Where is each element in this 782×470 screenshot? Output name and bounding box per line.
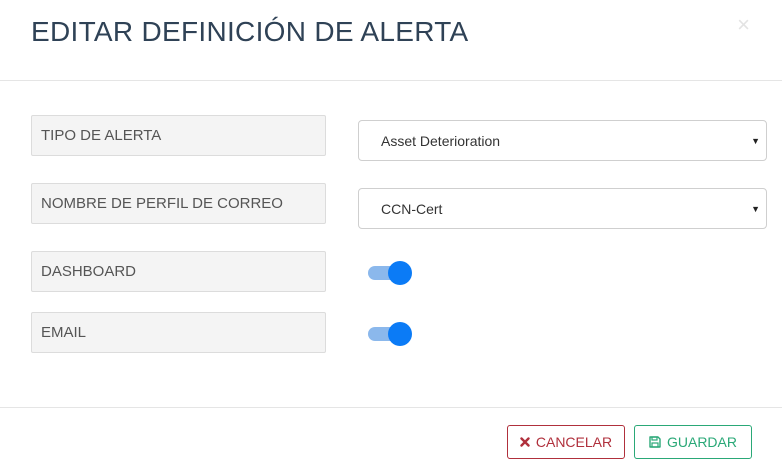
save-button-label: GUARDAR — [666, 434, 737, 450]
alert-type-select[interactable]: Asset Deterioration ▼ — [358, 120, 767, 161]
caret-down-icon: ▼ — [751, 135, 760, 146]
edit-alert-modal: EDITAR DEFINICIÓN DE ALERTA × TIPO DE AL… — [0, 0, 782, 470]
caret-down-icon: ▼ — [751, 203, 760, 214]
modal-footer: CANCELAR GUARDAR — [0, 407, 782, 470]
alert-type-label: TIPO DE ALERTA — [31, 115, 326, 156]
modal-title: EDITAR DEFINICIÓN DE ALERTA — [31, 16, 469, 47]
mail-profile-selected-value: CCN-Cert — [381, 200, 443, 217]
times-icon — [520, 437, 530, 447]
email-toggle[interactable] — [368, 321, 412, 347]
cancel-button[interactable]: CANCELAR — [507, 425, 625, 459]
floppy-disk-icon — [649, 436, 661, 448]
toggle-thumb — [388, 322, 412, 346]
email-label: EMAIL — [31, 312, 326, 353]
close-icon[interactable]: × — [737, 14, 750, 36]
toggle-thumb — [388, 261, 412, 285]
mail-profile-label: NOMBRE DE PERFIL DE CORREO — [31, 183, 326, 224]
dashboard-toggle[interactable] — [368, 260, 412, 286]
save-button[interactable]: GUARDAR — [634, 425, 752, 459]
alert-type-selected-value: Asset Deterioration — [381, 132, 501, 149]
mail-profile-select[interactable]: CCN-Cert ▼ — [358, 188, 767, 229]
cancel-button-label: CANCELAR — [535, 434, 613, 450]
modal-header: EDITAR DEFINICIÓN DE ALERTA × — [0, 0, 782, 81]
dashboard-label: DASHBOARD — [31, 251, 326, 292]
